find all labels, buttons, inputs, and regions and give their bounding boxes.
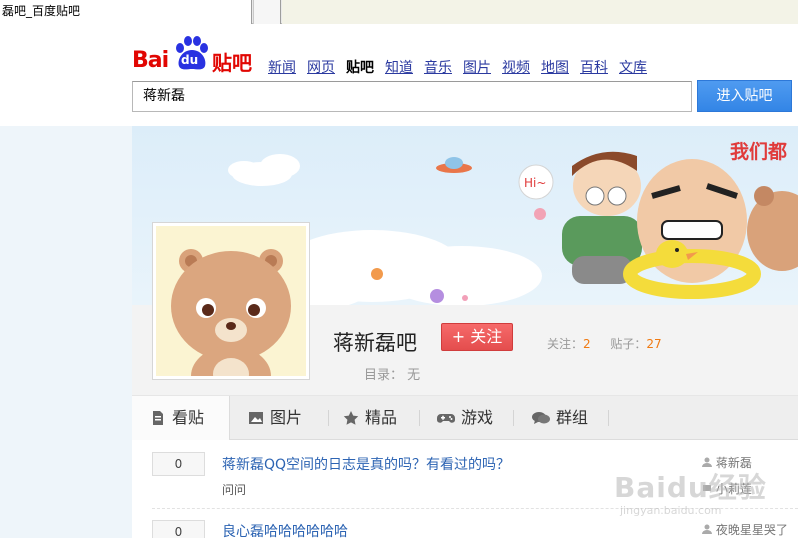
browser-tab[interactable]: 磊吧_百度贴吧 <box>0 0 252 24</box>
logo-text-tieba: 贴吧 <box>212 51 252 75</box>
forum-catalog: 目录： 无 <box>364 364 420 383</box>
bear-avatar-icon <box>171 249 291 376</box>
nav-web[interactable]: 网页 <box>307 57 335 77</box>
catalog-label: 目录： <box>364 368 404 383</box>
forum-avatar[interactable] <box>152 222 310 380</box>
user-icon <box>702 524 712 534</box>
tab-games[interactable]: 游戏 <box>419 396 493 440</box>
tab-images[interactable]: 图片 <box>230 396 302 440</box>
top-nav: 新闻 网页 贴吧 知道 音乐 图片 视频 地图 百科 文库 <box>268 57 658 77</box>
tab-groups[interactable]: 群组 <box>514 396 588 440</box>
posts-count: 27 <box>646 337 662 351</box>
logo-text-bai: Bai <box>132 48 169 73</box>
watermark-text: Baidu经验 <box>614 471 767 504</box>
post-excerpt: 问问 <box>222 483 247 497</box>
nav-tieba[interactable]: 贴吧 <box>346 57 374 77</box>
browser-tab-bar: 磊吧_百度贴吧 <box>0 0 798 24</box>
tab-bar-background <box>282 0 798 24</box>
nav-music[interactable]: 音乐 <box>424 57 452 77</box>
nav-zhidao[interactable]: 知道 <box>385 57 413 77</box>
star-icon <box>343 411 359 425</box>
reply-count: 0 <box>152 452 205 476</box>
reply-count: 0 <box>152 520 205 538</box>
logo-text-du: du <box>181 53 199 67</box>
tab-featured-label: 精品 <box>365 408 398 427</box>
nav-video[interactable]: 视频 <box>502 57 530 77</box>
catalog-value: 无 <box>407 368 421 383</box>
tab-separator <box>608 410 609 426</box>
enter-tieba-button[interactable]: 进入贴吧 <box>697 80 792 112</box>
gamepad-icon <box>437 414 455 423</box>
nav-map[interactable]: 地图 <box>541 57 569 77</box>
nav-baike[interactable]: 百科 <box>580 57 608 77</box>
forum-tabs: 看贴 图片 精品 游戏 群组 <box>132 395 798 440</box>
tab-featured[interactable]: 精品 <box>325 396 397 440</box>
follow-button[interactable]: + 关注 <box>441 323 513 351</box>
post-row[interactable]: 0 良心磊哈哈哈哈哈哈 夜晚星星哭了 <box>152 520 798 538</box>
baidu-jingyan-watermark: Baidu经验 jingyan.baidu.com <box>612 456 798 518</box>
nav-news[interactable]: 新闻 <box>268 57 296 77</box>
nav-wenku[interactable]: 文库 <box>619 57 647 77</box>
post-author[interactable]: 夜晚星星哭了 <box>702 521 788 538</box>
search-input[interactable]: 蒋新磊 <box>132 81 692 112</box>
posts-label: 贴子： <box>610 337 647 351</box>
nav-images[interactable]: 图片 <box>463 57 491 77</box>
tab-posts-label: 看贴 <box>172 408 205 427</box>
follow-label: 关注： <box>547 337 584 351</box>
image-icon <box>249 412 263 424</box>
follow-count: 2 <box>583 337 591 351</box>
tab-images-label: 图片 <box>270 408 303 427</box>
watermark-url: jingyan.baidu.com <box>620 504 722 517</box>
post-title-link[interactable]: 良心磊哈哈哈哈哈哈 <box>222 521 348 538</box>
baidu-tieba-logo[interactable]: Bai du 贴吧 <box>132 34 254 76</box>
post-author-name: 夜晚星星哭了 <box>715 523 788 537</box>
post-title-link[interactable]: 蒋新磊QQ空间的日志是真的吗？有看过的吗？ <box>222 454 510 474</box>
banner-slogan: 我们都 <box>730 140 787 163</box>
document-icon <box>153 411 163 425</box>
chat-icon <box>532 412 550 424</box>
forum-title: 蒋新磊吧 <box>333 331 417 355</box>
new-tab-button[interactable] <box>253 0 281 24</box>
tab-posts[interactable]: 看贴 <box>132 396 230 440</box>
forum-stats: 关注：2 贴子：27 <box>547 335 662 352</box>
tab-groups-label: 群组 <box>556 408 589 427</box>
hi-bubble-text: Hi~ <box>524 176 546 190</box>
tab-games-label: 游戏 <box>461 408 494 427</box>
